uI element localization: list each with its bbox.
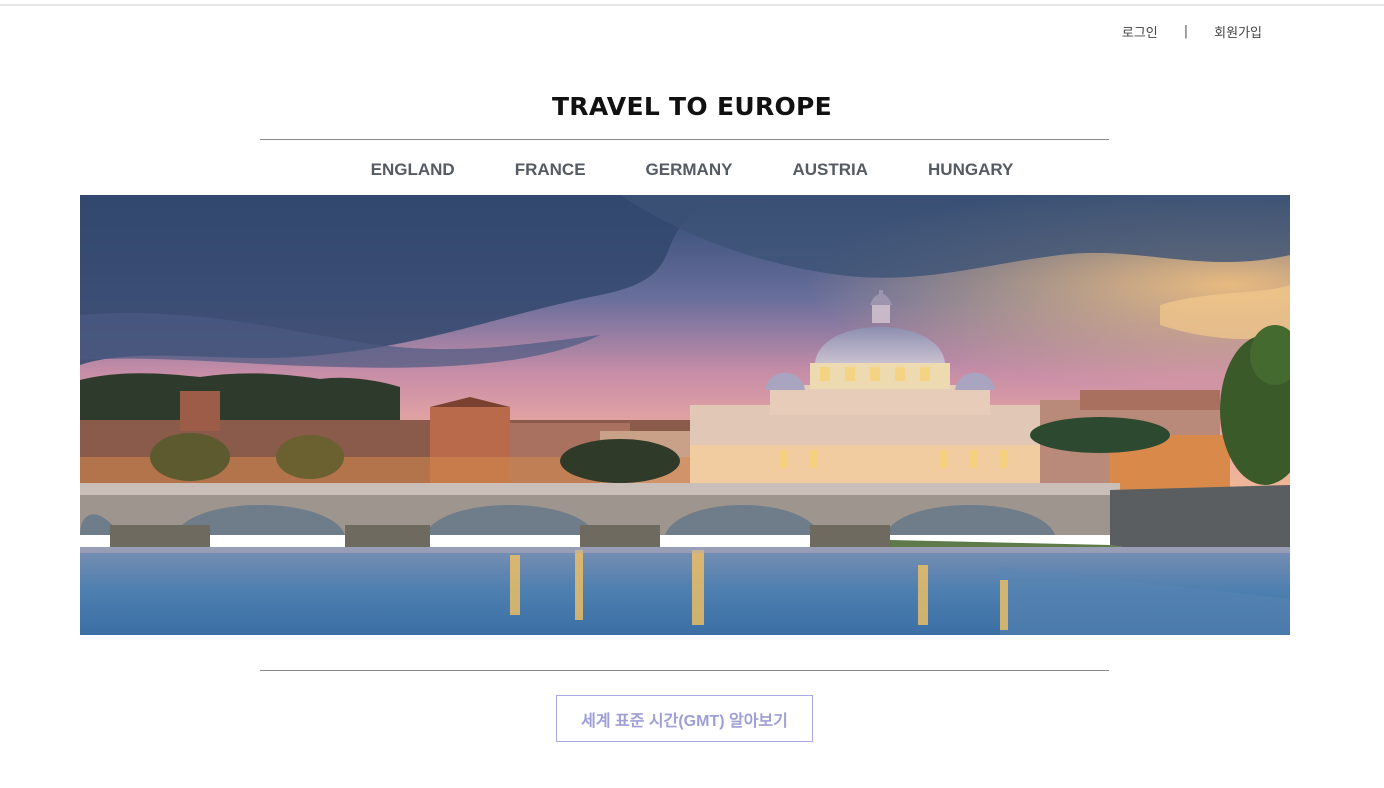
nav-item-france[interactable]: FRANCE — [515, 160, 586, 180]
hero-image — [80, 195, 1290, 635]
signup-link[interactable]: 회원가입 — [1214, 22, 1262, 41]
header-rule — [260, 139, 1109, 140]
login-link[interactable]: 로그인 — [1122, 22, 1158, 41]
nav-item-germany[interactable]: GERMANY — [646, 160, 733, 180]
top-divider — [0, 4, 1384, 6]
content-rule — [260, 670, 1109, 671]
country-nav: ENGLAND FRANCE GERMANY AUSTRIA HUNGARY — [0, 160, 1384, 180]
site-title[interactable]: TRAVEL TO EUROPE — [0, 92, 1384, 121]
auth-separator: | — [1183, 24, 1189, 39]
nav-item-hungary[interactable]: HUNGARY — [928, 160, 1013, 180]
auth-links: 로그인 | 회원가입 — [1122, 22, 1262, 41]
rome-vatican-sunset-photo-icon — [80, 195, 1290, 635]
nav-item-england[interactable]: ENGLAND — [371, 160, 455, 180]
gmt-time-button[interactable]: 세계 표준 시간(GMT) 알아보기 — [556, 695, 813, 742]
nav-item-austria[interactable]: AUSTRIA — [792, 160, 868, 180]
